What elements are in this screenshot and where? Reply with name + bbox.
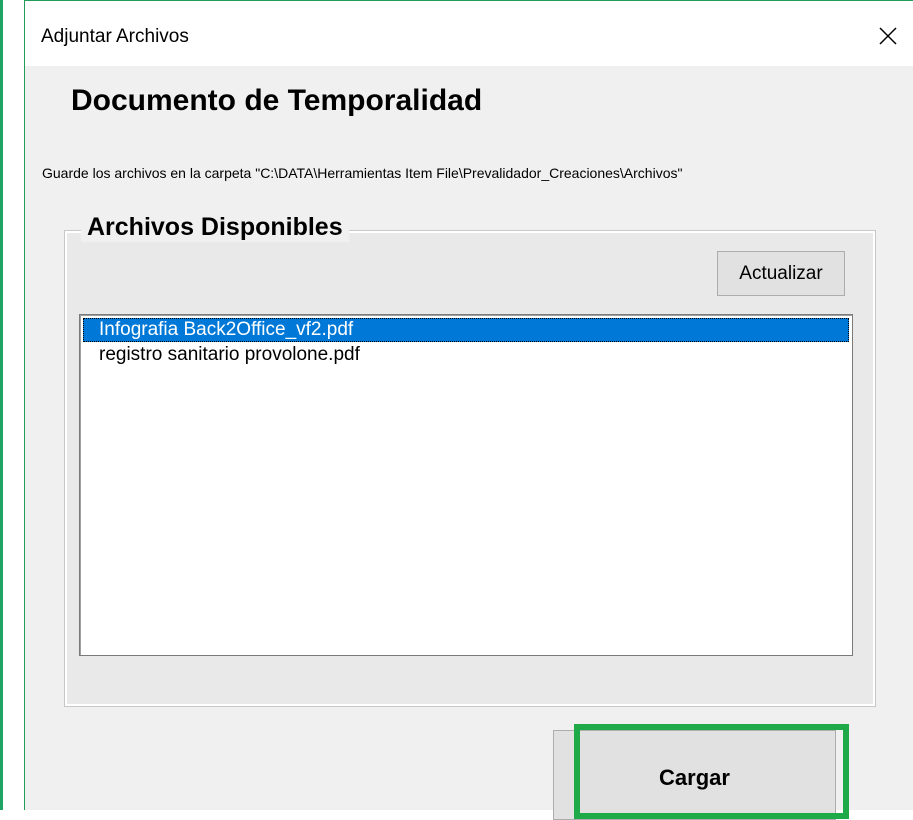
page-title: Documento de Temporalidad (71, 84, 483, 117)
refresh-button[interactable]: Actualizar (717, 251, 845, 296)
window-title: Adjuntar Archivos (41, 26, 189, 47)
title-bar[interactable]: Adjuntar Archivos (25, 1, 913, 66)
files-listbox[interactable]: Infografia Back2Office_vf2.pdf registro … (79, 314, 853, 656)
dialog-window: Adjuntar Archivos Documento de Temporali… (24, 0, 913, 820)
close-button[interactable] (863, 11, 913, 61)
close-icon (879, 27, 897, 45)
background-accent-line (0, 0, 3, 810)
upload-button[interactable]: Cargar (553, 730, 836, 820)
list-item[interactable]: Infografia Back2Office_vf2.pdf (83, 318, 849, 342)
background-strip (0, 0, 24, 810)
list-item[interactable]: registro sanitario provolone.pdf (83, 343, 360, 367)
files-group-legend: Archivos Disponibles (81, 213, 349, 242)
path-instruction: Guarde los archivos en la carpeta "C:\DA… (42, 165, 683, 181)
